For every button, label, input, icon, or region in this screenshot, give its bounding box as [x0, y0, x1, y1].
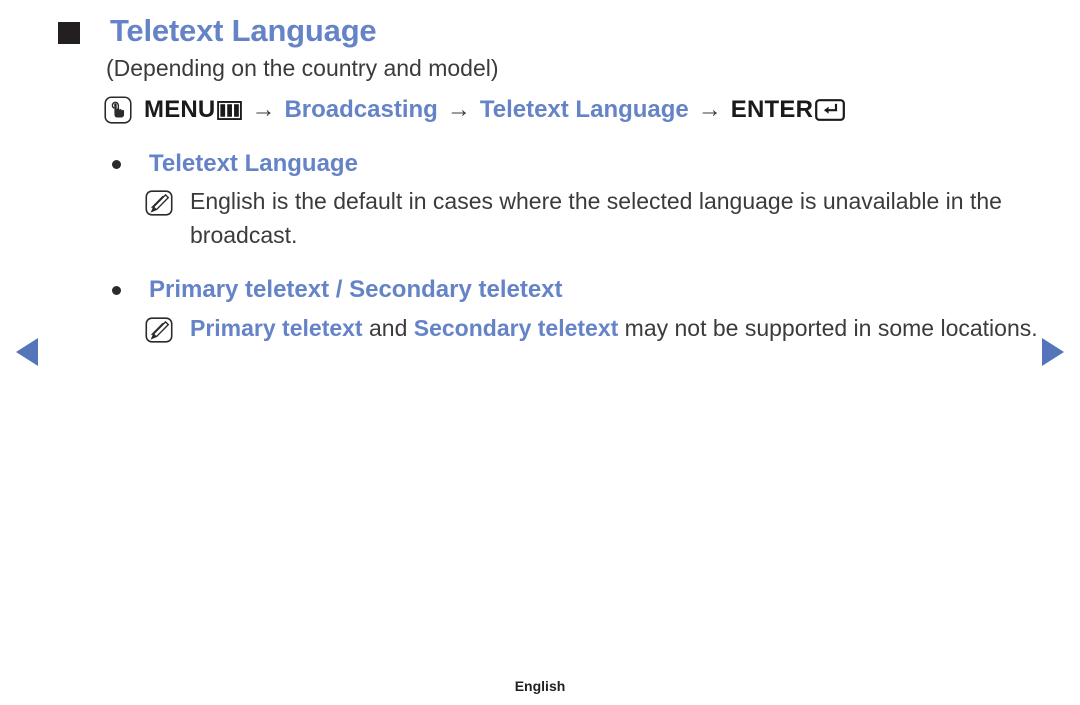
page-subtitle: (Depending on the country and model): [106, 55, 499, 81]
menu-path: MENU → Broadcasting → Teletext Language …: [104, 96, 846, 124]
page-title: Teletext Language: [110, 13, 377, 48]
note-text: English is the default in cases where th…: [190, 184, 1042, 252]
prev-page-button[interactable]: [16, 338, 38, 366]
list-item: Teletext Language: [112, 148, 1042, 180]
enter-return-icon: [815, 99, 846, 121]
note-row: English is the default in cases where th…: [145, 184, 1042, 252]
note-segment: may not be supported in some locations.: [618, 314, 1038, 341]
note-row: Primary teletext and Secondary teletext …: [145, 311, 1042, 345]
menu-label: MENU: [144, 96, 216, 123]
path-step-teletext-language: Teletext Language: [479, 96, 689, 123]
manual-page: Teletext Language (Depending on the coun…: [0, 0, 1080, 705]
path-arrow-2: →: [446, 96, 471, 123]
note-segment: English is the default in cases where th…: [190, 188, 1002, 249]
note-text: Primary teletext and Secondary teletext …: [190, 311, 1038, 345]
path-arrow-1: →: [251, 96, 276, 123]
black-square-icon: [58, 22, 80, 44]
section-label: Primary teletext / Secondary teletext: [149, 276, 563, 304]
list-item: Primary teletext / Secondary teletext: [112, 274, 1042, 306]
path-step-broadcasting: Broadcasting: [284, 96, 438, 123]
note-segment-highlight: Primary teletext: [190, 314, 363, 341]
dot-bullet-icon: [112, 286, 121, 296]
footer-language: English: [514, 678, 566, 694]
page-title-row: Teletext Language: [58, 12, 377, 51]
note-pencil-icon: [145, 190, 173, 216]
touch-hand-icon: [104, 96, 132, 124]
next-page-button[interactable]: [1042, 338, 1064, 366]
note-segment-highlight: Secondary teletext: [413, 314, 619, 341]
enter-label: ENTER: [730, 96, 814, 123]
note-pencil-icon: [145, 317, 173, 343]
path-arrow-3: →: [697, 96, 722, 123]
content-body: Teletext Language English is the default…: [112, 148, 1042, 345]
section-label: Teletext Language: [149, 150, 358, 177]
note-segment: and: [362, 314, 414, 341]
menu-grid-icon: [217, 100, 243, 120]
dot-bullet-icon: [112, 160, 121, 169]
